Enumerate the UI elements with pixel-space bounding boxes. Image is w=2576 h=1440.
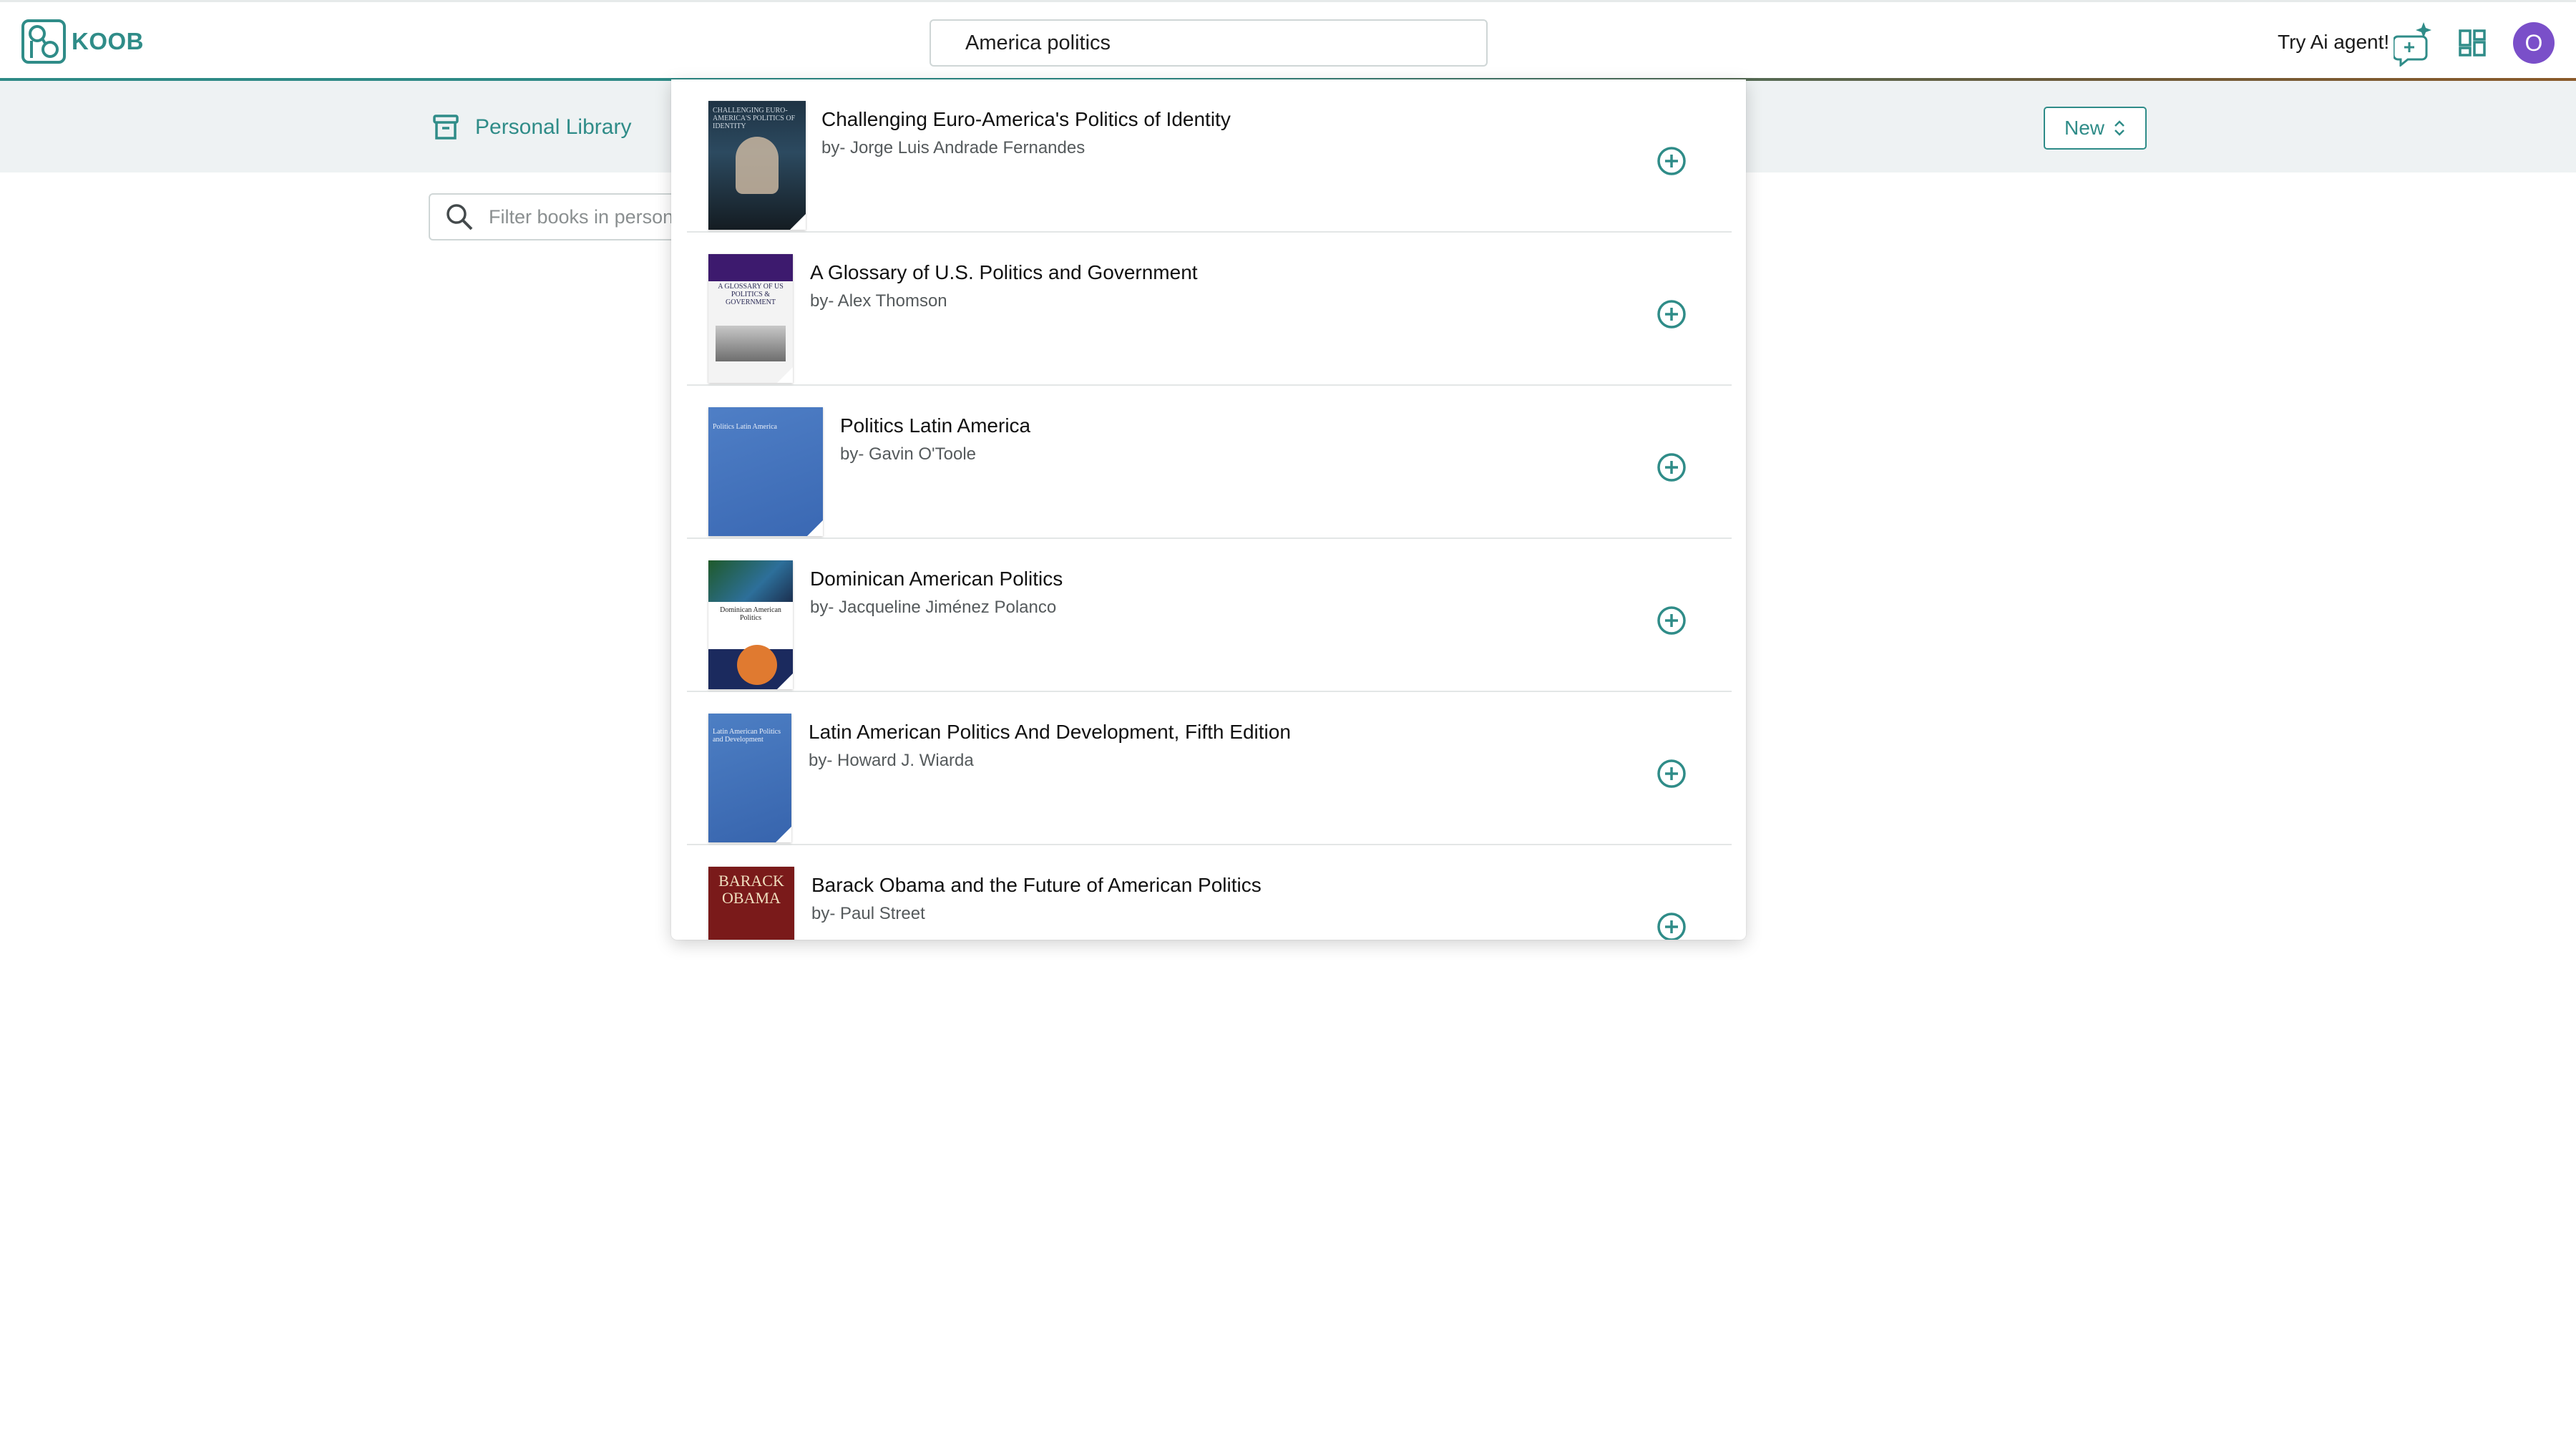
search-bar[interactable]: [930, 19, 1488, 67]
cover-title: Latin American Politics and Development: [713, 728, 781, 744]
search-result-item[interactable]: BARACK OBAMA Barack Obama and the Future…: [687, 845, 1732, 940]
search-result-item[interactable]: CHALLENGING EURO-AMERICA'S POLITICS OF I…: [687, 79, 1732, 233]
book-cover: A GLOSSARY OF US POLITICS & GOVERNMENT: [708, 254, 793, 383]
search-icon: [447, 204, 473, 230]
avatar[interactable]: O: [2513, 22, 2555, 64]
plus-circle-icon[interactable]: [1656, 298, 1687, 330]
personal-library-link[interactable]: Personal Library: [475, 115, 631, 140]
try-ai-label[interactable]: Try Ai agent!: [2278, 31, 2389, 54]
search-input[interactable]: [965, 21, 1486, 65]
search-result-item[interactable]: Latin American Politics and Development …: [687, 692, 1732, 845]
book-author: by- Paul Street: [811, 904, 925, 923]
new-button-label: New: [2064, 117, 2104, 139]
plus-circle-icon[interactable]: [1656, 605, 1687, 636]
cover-title: Dominican American Politics: [720, 606, 781, 622]
book-author: by- Jorge Luis Andrade Fernandes: [821, 138, 1085, 157]
book-title: Latin American Politics And Development,…: [809, 721, 1291, 743]
search-result-item[interactable]: Politics Latin America Politics Latin Am…: [687, 386, 1732, 539]
book-cover: Politics Latin America: [708, 407, 823, 536]
book-author: by- Jacqueline Jiménez Polanco: [810, 598, 1057, 617]
cover-title: CHALLENGING EURO-AMERICA'S POLITICS OF I…: [713, 107, 796, 130]
apps-grid-icon[interactable]: [2459, 29, 2486, 57]
library-filter-input[interactable]: [487, 205, 676, 229]
search-results-dropdown: CHALLENGING EURO-AMERICA'S POLITICS OF I…: [671, 79, 1746, 940]
book-cover: CHALLENGING EURO-AMERICA'S POLITICS OF I…: [708, 101, 806, 230]
plus-circle-icon[interactable]: [1656, 452, 1687, 483]
search-result-item[interactable]: Dominican American Politics Dominican Am…: [687, 539, 1732, 692]
book-author: by- Gavin O'Toole: [840, 444, 976, 464]
top-bar: KOOB Try Ai agent! O: [0, 0, 2576, 80]
book-cover: BARACK OBAMA: [708, 867, 794, 940]
book-title: Barack Obama and the Future of American …: [811, 874, 1262, 896]
cover-title: Politics Latin America: [713, 423, 777, 431]
plus-circle-icon[interactable]: [1656, 758, 1687, 789]
book-title: Challenging Euro-America's Politics of I…: [821, 108, 1231, 130]
book-cover: Latin American Politics and Development: [708, 714, 791, 842]
new-button[interactable]: New: [2044, 107, 2147, 150]
book-author: by- Howard J. Wiarda: [809, 751, 974, 770]
book-title: A Glossary of U.S. Politics and Governme…: [810, 261, 1198, 283]
archive-box-icon: [433, 115, 459, 140]
ai-chat-sparkle-icon[interactable]: [2394, 21, 2434, 67]
logo[interactable]: KOOB: [21, 18, 144, 65]
book-title: Dominican American Politics: [810, 568, 1063, 590]
logo-text: KOOB: [72, 28, 144, 54]
cover-title: BARACK OBAMA: [718, 872, 784, 907]
book-title: Politics Latin America: [840, 414, 1031, 437]
search-result-item[interactable]: A GLOSSARY OF US POLITICS & GOVERNMENT A…: [687, 233, 1732, 386]
book-cover: Dominican American Politics: [708, 560, 793, 689]
plus-circle-icon[interactable]: [1656, 145, 1687, 177]
cover-title: A GLOSSARY OF US POLITICS & GOVERNMENT: [718, 283, 784, 306]
chevron-up-down-icon: [2114, 120, 2124, 136]
book-author: by- Alex Thomson: [810, 291, 947, 311]
koob-logo-icon: [21, 19, 66, 64]
plus-circle-icon[interactable]: [1656, 911, 1687, 940]
